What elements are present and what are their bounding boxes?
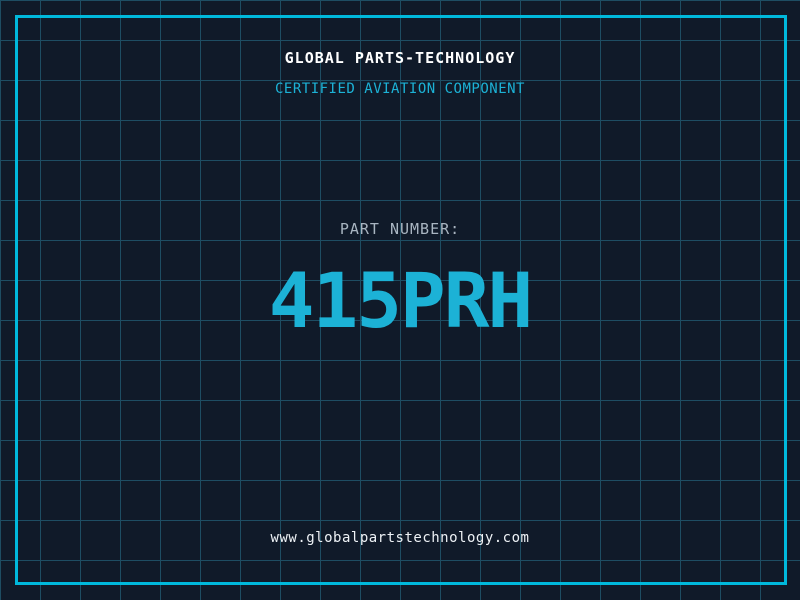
certification-subtitle: CERTIFIED AVIATION COMPONENT bbox=[274, 81, 525, 97]
certificate-display: GLOBAL PARTS-TECHNOLOGY CERTIFIED AVIATI… bbox=[0, 0, 800, 600]
part-number-label: PART NUMBER: bbox=[339, 220, 461, 238]
part-number-value: 415PRH bbox=[268, 256, 534, 345]
website-url: www.globalpartstechnology.com bbox=[270, 530, 530, 546]
company-title: GLOBAL PARTS-TECHNOLOGY bbox=[284, 49, 516, 67]
